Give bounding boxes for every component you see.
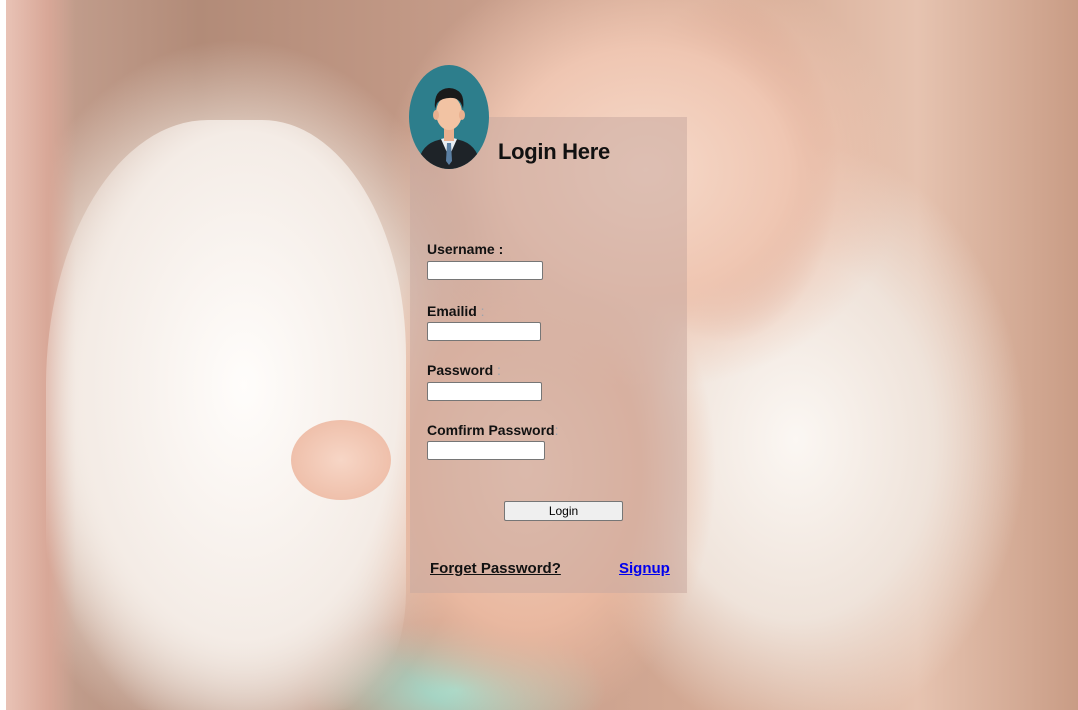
signup-link[interactable]: Signup [619,560,670,577]
confirm-password-label: Comfirm Password: [427,422,559,438]
confirm-password-input[interactable] [427,441,545,460]
password-label: Password : [427,362,501,378]
username-input[interactable] [427,261,543,280]
background-blanket [46,120,406,710]
username-label: Username : [427,241,504,257]
email-label: Emailid : [427,303,485,319]
forget-password-link[interactable]: Forget Password? [430,560,561,577]
login-button[interactable]: Login [504,501,623,521]
email-input[interactable] [427,322,541,341]
login-panel [410,117,687,593]
background-baby-hand [291,420,391,500]
user-avatar-icon [409,65,489,169]
password-input[interactable] [427,382,542,401]
page-title: Login Here [498,139,610,164]
